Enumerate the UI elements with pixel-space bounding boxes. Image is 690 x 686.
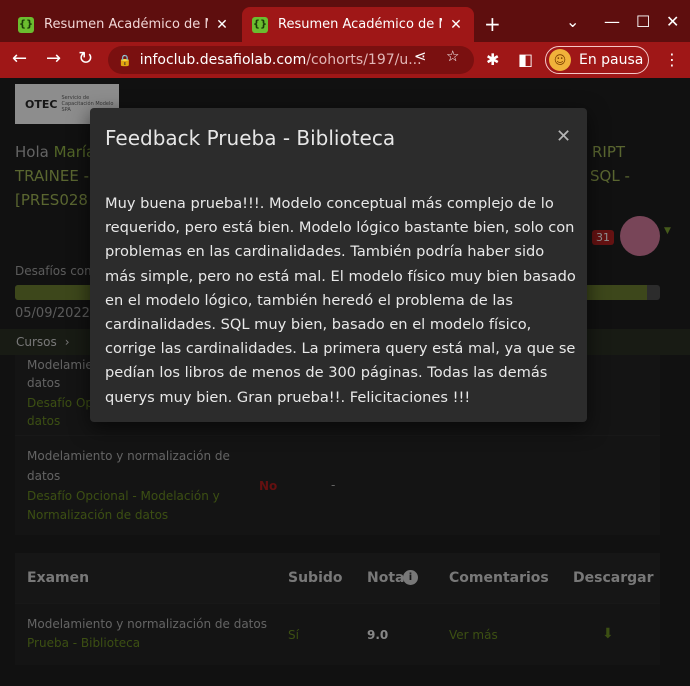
share-icon[interactable]: ⋖: [414, 47, 427, 65]
url-host: infoclub.desafiolab.com: [139, 52, 307, 68]
page-content: OTEC Servicio de Capacitación Modelo SPA…: [0, 78, 690, 686]
extensions-puzzle-icon[interactable]: ✱: [486, 50, 499, 69]
tab-search-chevron-icon[interactable]: ⌄: [566, 12, 579, 31]
browser-tab-bar: {} Resumen Académico de MAF ✕ {} Resumen…: [0, 0, 690, 42]
tab-title: Resumen Académico de MAF: [44, 17, 208, 32]
site-favicon-icon: {}: [18, 16, 34, 33]
new-tab-icon[interactable]: +: [484, 12, 501, 36]
reload-icon[interactable]: ↻: [78, 48, 93, 69]
forward-icon[interactable]: →: [46, 48, 61, 69]
bookmark-star-icon[interactable]: ☆: [446, 47, 459, 65]
close-icon[interactable]: ✕: [556, 126, 571, 147]
url-path: /cohorts/197/u...: [306, 52, 422, 68]
tab-title: Resumen Académico de MAF: [278, 17, 442, 32]
more-menu-icon[interactable]: ⋮: [664, 50, 680, 69]
minimize-icon[interactable]: —: [604, 12, 620, 31]
side-panel-icon[interactable]: ◧: [518, 50, 533, 69]
feedback-text: Muy buena prueba!!!. Modelo conceptual m…: [105, 195, 576, 406]
profile-avatar-icon: ☺: [549, 49, 571, 71]
lock-icon: 🔒: [118, 53, 132, 67]
close-tab-icon[interactable]: ✕: [448, 17, 464, 33]
close-tab-icon[interactable]: ✕: [214, 17, 230, 33]
browser-toolbar: ← → ↻ 🔒 infoclub.desafiolab.com/cohorts/…: [0, 42, 690, 78]
close-window-icon[interactable]: ✕: [666, 12, 679, 31]
profile-button[interactable]: ☺ En pausa: [545, 46, 649, 74]
modal-title: Feedback Prueba - Biblioteca: [105, 126, 396, 150]
back-icon[interactable]: ←: [12, 48, 27, 69]
feedback-modal: Feedback Prueba - Biblioteca ✕ Muy buena…: [90, 108, 587, 422]
site-favicon-icon: {}: [252, 16, 268, 33]
tab-resumen-1[interactable]: {} Resumen Académico de MAF ✕: [8, 7, 240, 42]
tab-resumen-2[interactable]: {} Resumen Académico de MAF ✕: [242, 7, 474, 42]
maximize-icon[interactable]: ☐: [636, 12, 650, 31]
profile-label: En pausa: [579, 52, 644, 68]
